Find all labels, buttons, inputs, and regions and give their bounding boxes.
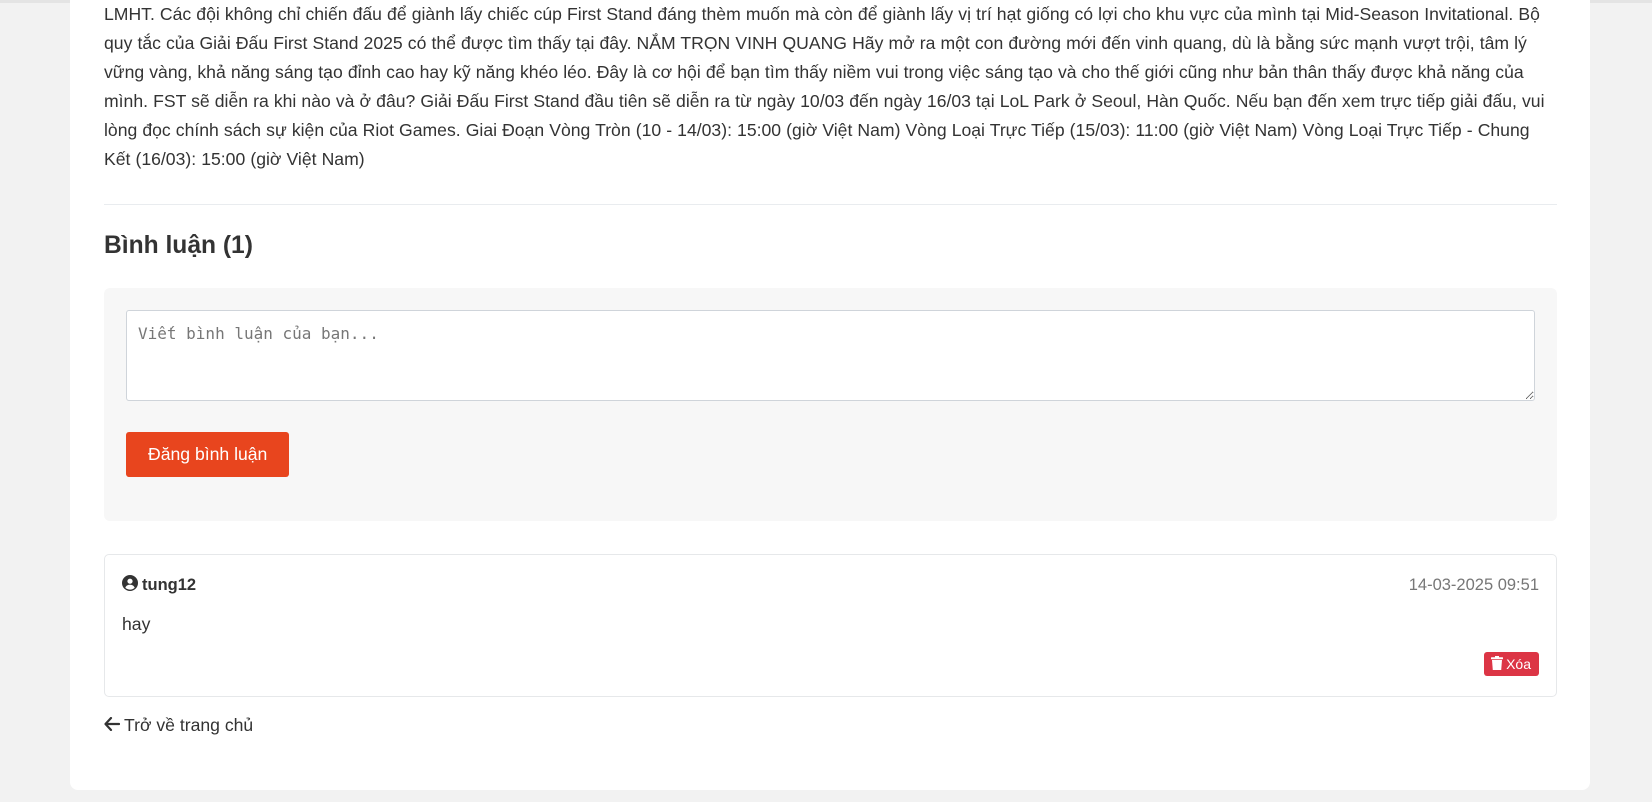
comment-timestamp: 14-03-2025 09:51	[1408, 576, 1539, 594]
comment-author-name: tung12	[142, 576, 197, 594]
article-body: LMHT. Các đội không chỉ chiến đấu để già…	[104, 4, 1545, 169]
article-card: LMHT. Các đội không chỉ chiến đấu để già…	[70, 0, 1590, 790]
comment-text: hay	[122, 614, 151, 634]
comment-item: tung12 14-03-2025 09:51 hay Xóa	[104, 554, 1557, 697]
back-home-label: Trở về trang chủ	[124, 715, 254, 735]
delete-comment-label: Xóa	[1506, 656, 1531, 672]
comment-input[interactable]	[126, 310, 1535, 401]
user-circle-icon	[122, 575, 142, 596]
article-content: LMHT. Các đội không chỉ chiến đấu để già…	[104, 0, 1557, 736]
section-divider	[104, 204, 1557, 205]
comments-title: Bình luận (1)	[104, 232, 253, 259]
comment-author: tung12	[122, 575, 196, 596]
trash-icon	[1491, 655, 1506, 673]
comment-form: Đăng bình luận	[104, 288, 1557, 521]
arrow-left-icon	[104, 715, 124, 736]
comment-header: tung12 14-03-2025 09:51	[122, 575, 1539, 596]
post-comment-button[interactable]: Đăng bình luận	[126, 432, 290, 477]
back-home-link[interactable]: Trở về trang chủ	[104, 715, 253, 736]
delete-comment-button[interactable]: Xóa	[1484, 652, 1539, 676]
